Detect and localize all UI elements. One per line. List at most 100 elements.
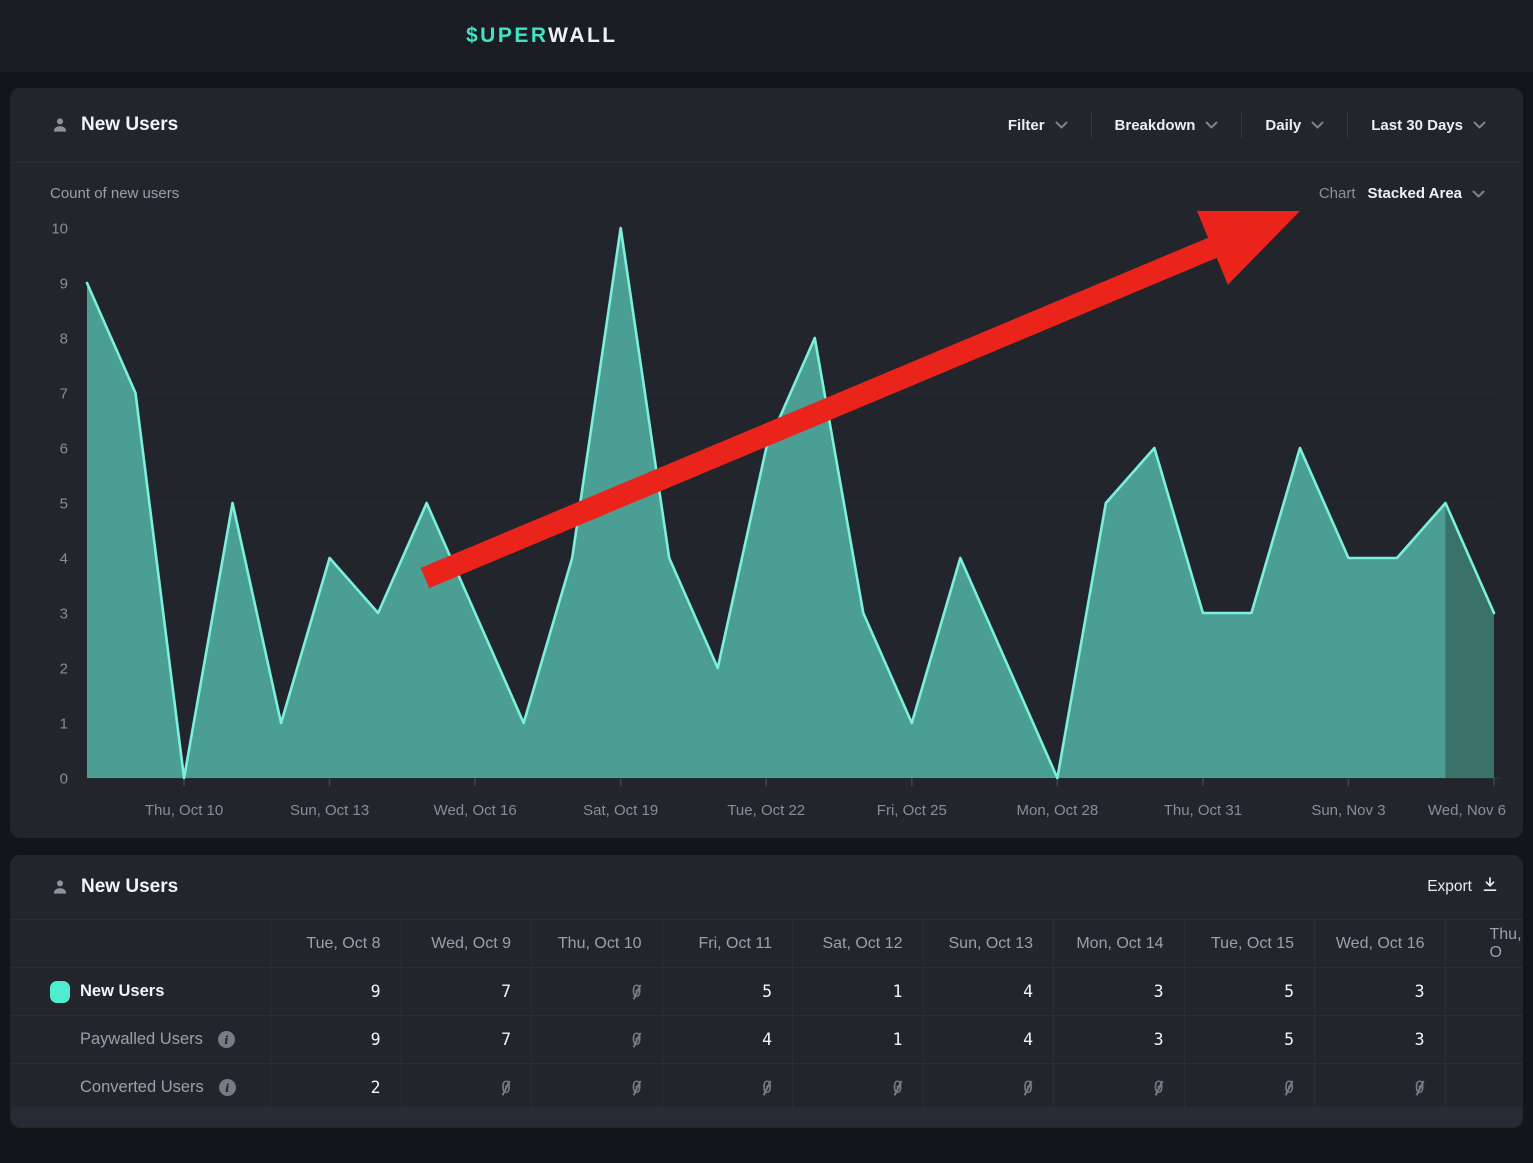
table-cell: 5 bbox=[1184, 1016, 1315, 1063]
cell-value: 5 bbox=[762, 982, 772, 1001]
table-cell: 0 bbox=[531, 968, 662, 1015]
table-cell: 4 bbox=[923, 1016, 1054, 1063]
cell-value: 7 bbox=[501, 1030, 511, 1049]
data-table: Tue, Oct 8Wed, Oct 9Thu, Oct 10Fri, Oct … bbox=[10, 919, 1523, 1112]
area-chart[interactable]: 012345678910Thu, Oct 10Sun, Oct 13Wed, O… bbox=[10, 88, 1523, 838]
row-label-cell: Converted Users i bbox=[10, 1064, 270, 1111]
table-cell: 0 bbox=[923, 1064, 1054, 1111]
table-cell: 7 bbox=[401, 968, 532, 1015]
table-cell: 3 bbox=[1053, 968, 1184, 1015]
table-cell: 0 bbox=[1053, 1064, 1184, 1111]
svg-text:Sun, Oct 13: Sun, Oct 13 bbox=[290, 802, 369, 819]
cell-value: 0 bbox=[893, 1078, 903, 1097]
cell-value: 0 bbox=[1284, 1078, 1294, 1097]
svg-text:7: 7 bbox=[60, 386, 68, 403]
table-cell: 4 bbox=[662, 1016, 793, 1063]
cell-value: 9 bbox=[371, 982, 381, 1001]
column-header: Mon, Oct 14 bbox=[1053, 920, 1184, 967]
svg-text:Tue, Oct 22: Tue, Oct 22 bbox=[727, 802, 805, 819]
table-card-header: New Users Export bbox=[10, 855, 1523, 919]
svg-text:Wed, Oct 16: Wed, Oct 16 bbox=[434, 802, 517, 819]
row-label: New Users bbox=[80, 982, 164, 1001]
table-cell: 0 bbox=[401, 1064, 532, 1111]
svg-text:Mon, Oct 28: Mon, Oct 28 bbox=[1016, 802, 1098, 819]
cell-value: 7 bbox=[501, 982, 511, 1001]
logo-secondary: WALL bbox=[548, 24, 617, 47]
table-row: Converted Users i 2 0 0 0 0 0 0 0 0 bbox=[10, 1063, 1523, 1111]
svg-text:6: 6 bbox=[60, 441, 68, 458]
svg-text:4: 4 bbox=[60, 551, 68, 568]
cell-value: 4 bbox=[1023, 982, 1033, 1001]
table-cell: 4 bbox=[923, 968, 1054, 1015]
cell-value: 4 bbox=[762, 1030, 772, 1049]
info-icon[interactable]: i bbox=[219, 1079, 236, 1096]
svg-text:Thu, Oct 10: Thu, Oct 10 bbox=[145, 802, 223, 819]
table-cell: 0 bbox=[531, 1064, 662, 1111]
svg-text:Wed, Nov 6: Wed, Nov 6 bbox=[1428, 802, 1506, 819]
row-label: Converted Users bbox=[80, 1078, 204, 1097]
cell-value: 4 bbox=[1023, 1030, 1033, 1049]
series-color-swatch bbox=[50, 981, 70, 1003]
new-users-table-card: New Users Export Tue, Oct 8Wed, Oct 9Thu… bbox=[10, 855, 1523, 1128]
svg-text:3: 3 bbox=[60, 606, 68, 623]
column-header: Thu, Oct 10 bbox=[531, 920, 662, 967]
column-header: Sun, Oct 13 bbox=[923, 920, 1054, 967]
table-cell bbox=[1445, 1016, 1524, 1063]
table-card-title: New Users bbox=[81, 855, 178, 919]
table-cell: 5 bbox=[1184, 968, 1315, 1015]
info-icon[interactable]: i bbox=[218, 1031, 235, 1048]
cell-value: 1 bbox=[893, 1030, 903, 1049]
svg-text:5: 5 bbox=[60, 496, 68, 513]
table-cell: 0 bbox=[1184, 1064, 1315, 1111]
svg-text:0: 0 bbox=[60, 771, 68, 788]
table-cell: 2 bbox=[270, 1064, 401, 1111]
table-row: New Users970514353 bbox=[10, 967, 1523, 1015]
table-corner-cell bbox=[10, 920, 270, 967]
cell-value: 3 bbox=[1415, 1030, 1425, 1049]
table-cell bbox=[1445, 968, 1524, 1015]
svg-text:2: 2 bbox=[60, 661, 68, 678]
row-label-cell: New Users bbox=[10, 968, 270, 1015]
cell-value: 0 bbox=[501, 1078, 511, 1097]
column-header: Wed, Oct 9 bbox=[401, 920, 532, 967]
column-header: Sat, Oct 12 bbox=[792, 920, 923, 967]
export-button[interactable]: Export bbox=[1427, 855, 1497, 919]
svg-text:Fri, Oct 25: Fri, Oct 25 bbox=[877, 802, 947, 819]
cell-value: 3 bbox=[1154, 982, 1164, 1001]
table-cell bbox=[1445, 1064, 1524, 1111]
cell-value: 9 bbox=[371, 1030, 381, 1049]
column-header: Tue, Oct 8 bbox=[270, 920, 401, 967]
table-row: Paywalled Usersi 9 7 0 4 1 4 3 5 3 bbox=[10, 1015, 1523, 1063]
cell-value: 0 bbox=[632, 1078, 642, 1097]
superwall-logo[interactable]: $UPERWALL bbox=[466, 0, 618, 72]
table-horizontal-scrollbar[interactable] bbox=[11, 1107, 1522, 1127]
column-header: Thu, O bbox=[1445, 920, 1524, 967]
cell-value: 3 bbox=[1415, 982, 1425, 1001]
table-cell: 0 bbox=[792, 1064, 923, 1111]
table-cell: 9 bbox=[270, 968, 401, 1015]
cell-value: 2 bbox=[371, 1078, 381, 1097]
svg-text:1: 1 bbox=[60, 716, 68, 733]
table-cell: 5 bbox=[662, 968, 793, 1015]
cell-value: 5 bbox=[1284, 1030, 1294, 1049]
column-header: Wed, Oct 16 bbox=[1314, 920, 1445, 967]
logo-primary: $UPER bbox=[466, 24, 548, 47]
cell-value: 3 bbox=[1154, 1030, 1164, 1049]
svg-text:9: 9 bbox=[60, 276, 68, 293]
cell-value: 0 bbox=[1415, 1078, 1425, 1097]
cell-value: 0 bbox=[1023, 1078, 1033, 1097]
svg-text:Thu, Oct 31: Thu, Oct 31 bbox=[1164, 802, 1242, 819]
table-cell: 3 bbox=[1053, 1016, 1184, 1063]
cell-value: 0 bbox=[632, 1030, 642, 1049]
table-cell: 1 bbox=[792, 1016, 923, 1063]
table-cell: 0 bbox=[1314, 1064, 1445, 1111]
export-label: Export bbox=[1427, 878, 1472, 896]
table-cell: 0 bbox=[531, 1016, 662, 1063]
cell-value: 0 bbox=[632, 982, 642, 1001]
table-cell: 3 bbox=[1314, 1016, 1445, 1063]
area-series-fill-muted bbox=[1445, 503, 1494, 778]
cell-value: 0 bbox=[762, 1078, 772, 1097]
page: { "navbar": { "logo_primary": "$UPER", "… bbox=[0, 0, 1533, 1163]
row-label-cell: Paywalled Usersi bbox=[10, 1016, 270, 1063]
table-cell: 7 bbox=[401, 1016, 532, 1063]
